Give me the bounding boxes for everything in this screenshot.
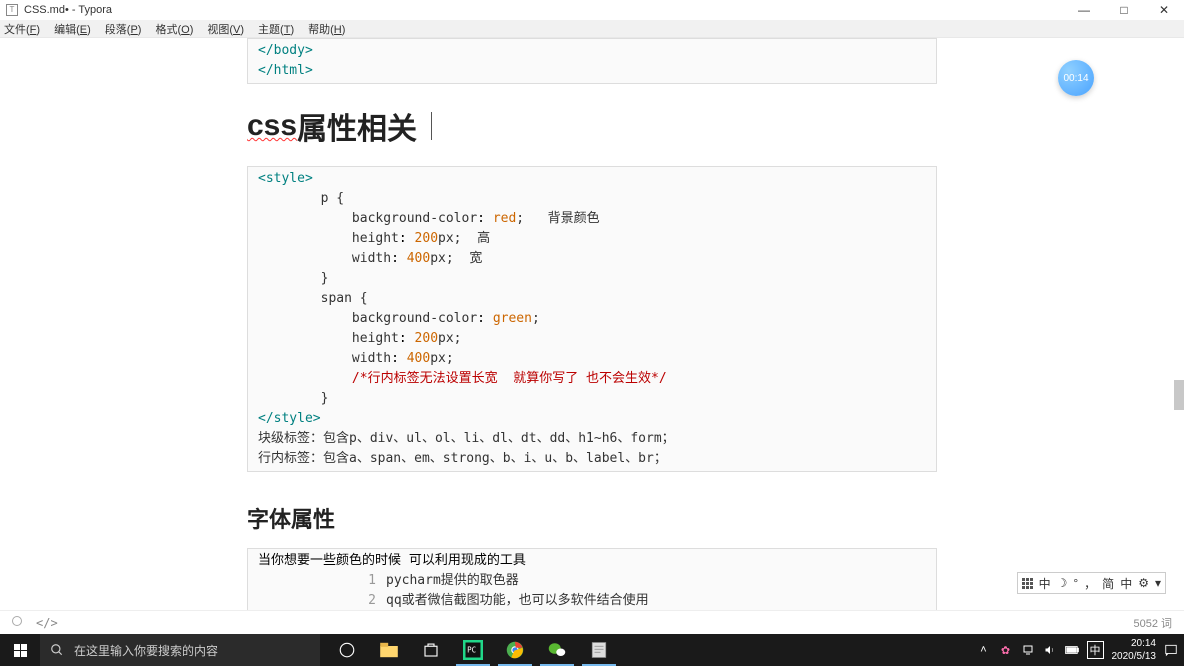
system-tray: ˄ ✿ 中 20:14 2020/5/13	[971, 637, 1184, 663]
typora-icon[interactable]	[578, 634, 620, 666]
tray-clock[interactable]: 20:14 2020/5/13	[1112, 637, 1157, 663]
store-icon[interactable]	[410, 634, 452, 666]
ime-comma-icon[interactable]: ，	[1084, 575, 1096, 592]
code-line: height: 200px; 高	[258, 229, 926, 249]
outline-toggle-icon[interactable]	[12, 616, 22, 626]
ime-item[interactable]: 中	[1039, 575, 1051, 592]
task-view-button[interactable]	[326, 634, 368, 666]
scrollbar-thumb[interactable]	[1174, 380, 1184, 410]
code-line: background-color: green;	[258, 309, 926, 329]
ime-moon-icon[interactable]: ☽	[1057, 576, 1068, 590]
heading-2[interactable]: 字体属性	[247, 502, 937, 534]
code-line: background-color: red; 背景颜色	[258, 209, 926, 229]
code-fence-style[interactable]: <style> p { background-color: red; 背景颜色 …	[247, 166, 937, 472]
code-line: }	[258, 389, 926, 409]
code-line: 行内标签：包含a、span、em、strong、b、i、u、b、label、br…	[258, 449, 926, 469]
menu-edit[interactable]: 编辑(E)	[54, 21, 91, 37]
word-count[interactable]: 5052 词	[1133, 615, 1172, 631]
code-line: </html>	[258, 63, 313, 78]
svg-text:PC: PC	[467, 646, 476, 655]
windows-logo-icon	[14, 644, 27, 657]
code-line: </style>	[258, 409, 926, 429]
menu-help[interactable]: 帮助(H)	[308, 21, 345, 37]
ime-grid-icon	[1022, 578, 1033, 589]
ime-toolbar[interactable]: 中 ☽ ° ， 简 中 ⚙ ▾	[1017, 572, 1166, 594]
list-item: 1pycharm提供的取色器	[258, 571, 926, 591]
tray-flower-icon[interactable]: ✿	[999, 643, 1013, 657]
start-button[interactable]	[0, 634, 40, 666]
ime-item[interactable]: 中	[1120, 575, 1132, 592]
heading-1[interactable]: css属性相关	[247, 104, 937, 148]
app-icon: T	[6, 4, 18, 16]
minimize-button[interactable]: —	[1064, 0, 1104, 20]
code-line: span {	[258, 289, 926, 309]
source-mode-icon[interactable]: </>	[36, 616, 58, 630]
ime-chevron-down-icon[interactable]: ▾	[1155, 576, 1161, 590]
tray-volume-icon[interactable]	[1043, 643, 1057, 657]
menu-theme[interactable]: 主题(T)	[258, 21, 294, 37]
taskbar-search[interactable]: 在这里输入你要搜索的内容	[40, 634, 320, 666]
tray-chevron-up-icon[interactable]: ˄	[977, 643, 991, 657]
explorer-icon[interactable]	[368, 634, 410, 666]
ime-item[interactable]: 简	[1102, 575, 1114, 592]
tray-ime-indicator[interactable]: 中	[1087, 641, 1104, 659]
titlebar: T CSS.md• - Typora — □ ✕	[0, 0, 1184, 20]
code-fence-top[interactable]: </body> </html>	[247, 38, 937, 84]
ime-sun-icon[interactable]: °	[1073, 576, 1078, 590]
menubar: 文件(F) 编辑(E) 段落(P) 格式(O) 视图(V) 主题(T) 帮助(H…	[0, 20, 1184, 38]
menu-paragraph[interactable]: 段落(P)	[105, 21, 142, 37]
code-line: 当你想要一些颜色的时候 可以利用现成的工具	[258, 551, 926, 571]
search-placeholder: 在这里输入你要搜索的内容	[74, 642, 218, 659]
tray-battery-icon[interactable]	[1065, 643, 1079, 657]
code-line: }	[258, 269, 926, 289]
menu-file[interactable]: 文件(F)	[4, 21, 40, 37]
pycharm-icon[interactable]: PC	[452, 634, 494, 666]
chrome-icon[interactable]	[494, 634, 536, 666]
ime-gear-icon[interactable]: ⚙	[1138, 576, 1149, 590]
code-line: height: 200px;	[258, 329, 926, 349]
code-line: width: 400px; 宽	[258, 249, 926, 269]
statusbar: </> 5052 词	[0, 610, 1184, 634]
heading-rest: 属性相关	[297, 104, 417, 148]
tray-network-icon[interactable]	[1021, 643, 1035, 657]
maximize-button[interactable]: □	[1104, 0, 1144, 20]
timer-widget[interactable]: 00:14	[1058, 60, 1094, 96]
code-line: /*行内标签无法设置长宽 就算你写了 也不会生效*/	[258, 369, 926, 389]
code-line: 块级标签：包含p、div、ul、ol、li、dl、dt、dd、h1~h6、for…	[258, 429, 926, 449]
wechat-icon[interactable]	[536, 634, 578, 666]
search-icon	[50, 643, 64, 657]
code-fence-fonts[interactable]: 当你想要一些颜色的时候 可以利用现成的工具 1pycharm提供的取色器 2qq…	[247, 548, 937, 610]
list-item: 2qq或者微信截图功能，也可以多软件结合使用	[258, 591, 926, 610]
close-button[interactable]: ✕	[1144, 0, 1184, 20]
heading-word: css	[247, 109, 297, 143]
window-controls: — □ ✕	[1064, 0, 1184, 20]
menu-view[interactable]: 视图(V)	[207, 21, 244, 37]
code-line: width: 400px;	[258, 349, 926, 369]
menu-format[interactable]: 格式(O)	[155, 21, 193, 37]
window-title: CSS.md• - Typora	[24, 4, 112, 16]
tray-notifications-icon[interactable]	[1164, 643, 1178, 657]
editor-area[interactable]: </body> </html> css属性相关 <style> p { back…	[0, 38, 1184, 610]
code-line: </body>	[258, 43, 313, 58]
code-line: <style>	[258, 169, 926, 189]
taskbar: 在这里输入你要搜索的内容 PC ˄ ✿ 中 20:14	[0, 634, 1184, 666]
text-cursor	[431, 112, 432, 140]
code-line: p {	[258, 189, 926, 209]
